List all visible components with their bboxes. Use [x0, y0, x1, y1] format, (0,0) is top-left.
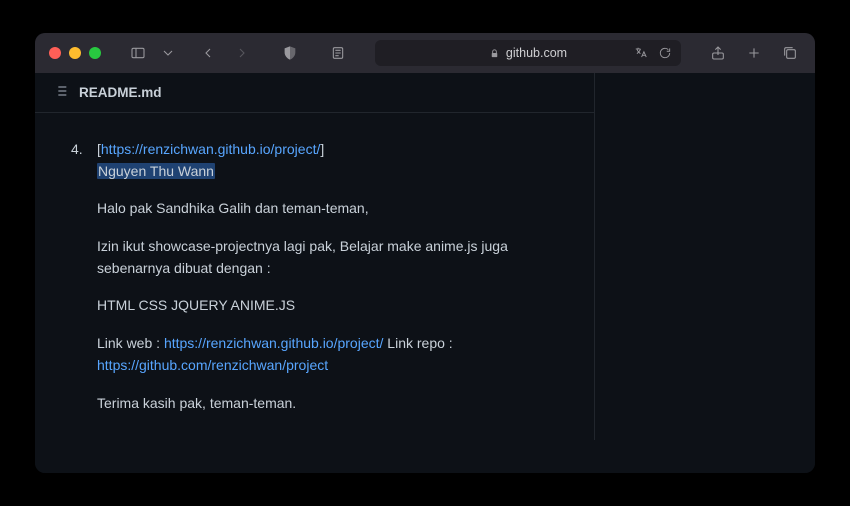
tabs-overview-icon[interactable]	[779, 42, 801, 64]
link-web-url[interactable]: https://renzichwan.github.io/project/	[164, 335, 383, 351]
side-column	[595, 73, 815, 440]
readme-body: [https://renzichwan.github.io/project/] …	[35, 113, 594, 440]
paragraph-intro: Izin ikut showcase-projectnya lagi pak, …	[97, 236, 560, 279]
back-button[interactable]	[197, 42, 219, 64]
close-window-button[interactable]	[49, 47, 61, 59]
page-content: README.md [https://renzichwan.github.io/…	[35, 73, 815, 473]
reload-icon[interactable]	[657, 45, 673, 61]
outline-icon[interactable]	[53, 83, 69, 102]
paragraph-greeting: Halo pak Sandhika Galih dan teman-teman,	[97, 198, 560, 220]
paragraph-links: Link web : https://renzichwan.github.io/…	[97, 333, 560, 376]
new-tab-icon[interactable]	[743, 42, 765, 64]
maximize-window-button[interactable]	[89, 47, 101, 59]
link-repo-label: Link repo :	[383, 335, 452, 351]
shield-icon[interactable]	[279, 42, 301, 64]
minimize-window-button[interactable]	[69, 47, 81, 59]
project-url-link[interactable]: https://renzichwan.github.io/project/	[101, 141, 320, 157]
sidebar-toggle-icon[interactable]	[127, 42, 149, 64]
forward-button	[231, 42, 253, 64]
window-controls	[49, 47, 101, 59]
address-bar[interactable]: github.com	[375, 40, 681, 66]
paragraph-thanks: Terima kasih pak, teman-teman.	[97, 393, 560, 415]
file-name: README.md	[79, 85, 162, 100]
reader-mode-icon[interactable]	[327, 42, 349, 64]
share-icon[interactable]	[707, 42, 729, 64]
link-repo-url[interactable]: https://github.com/renzichwan/project	[97, 357, 328, 373]
list-item: [https://renzichwan.github.io/project/] …	[69, 139, 560, 414]
file-header: README.md	[35, 73, 594, 113]
paragraph-tech: HTML CSS JQUERY ANIME.JS	[97, 295, 560, 317]
bracket-close: ]	[320, 141, 324, 157]
lock-icon	[489, 48, 500, 59]
address-right-controls	[633, 45, 673, 61]
titlebar: github.com	[35, 33, 815, 73]
translate-icon[interactable]	[633, 45, 649, 61]
address-domain: github.com	[506, 46, 567, 60]
link-web-label: Link web :	[97, 335, 164, 351]
author-name-selected: Nguyen Thu Wann	[97, 163, 215, 179]
tab-group-dropdown-icon[interactable]	[157, 42, 179, 64]
browser-window: github.com	[35, 33, 815, 473]
